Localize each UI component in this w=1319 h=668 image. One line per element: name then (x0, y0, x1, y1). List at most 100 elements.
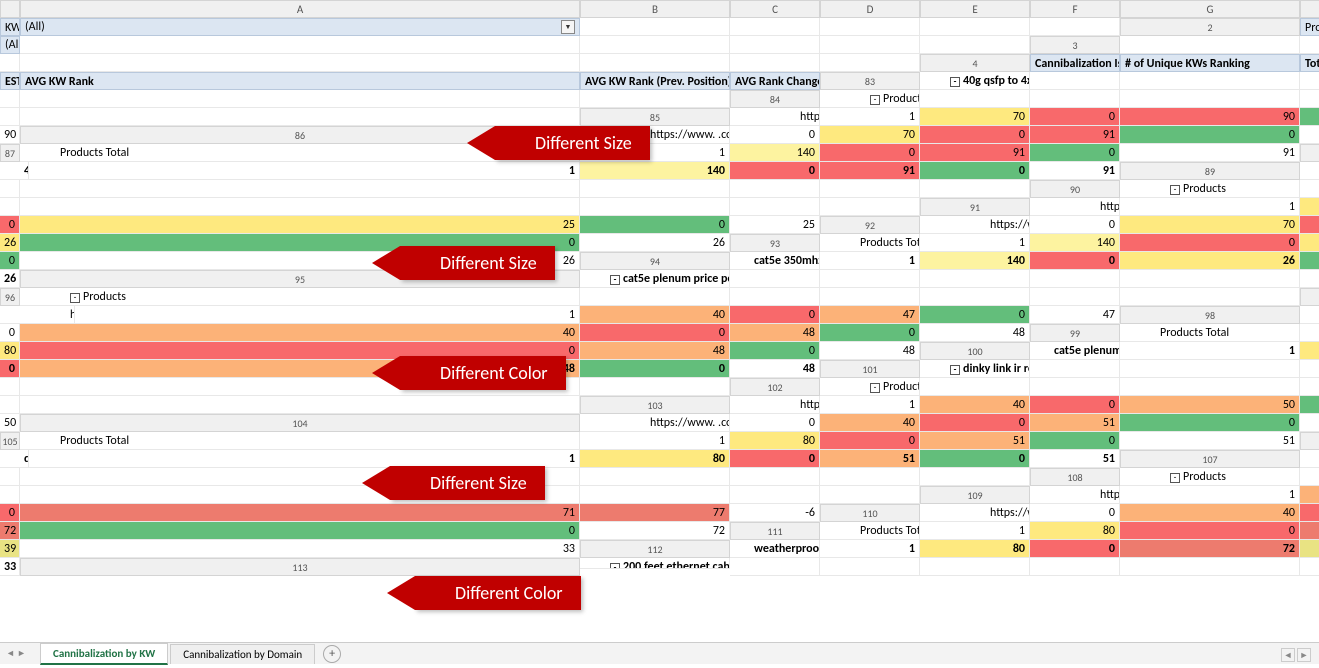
row-header-108[interactable]: 108 (1030, 468, 1120, 486)
url-row[interactable]: https://www. .com/Products/QSFP-4X10G-AO… (730, 108, 820, 126)
select-all-cell[interactable] (0, 0, 20, 18)
row-header-85[interactable]: 85 (580, 108, 730, 126)
cell-a3[interactable] (1120, 36, 1300, 54)
row-header-113[interactable]: 113 (20, 558, 580, 576)
row-header-111[interactable]: 111 (730, 522, 820, 540)
group-name[interactable]: -dinky link ir receiver (920, 360, 1030, 378)
col-header-B[interactable]: B (580, 0, 730, 18)
row-header-83[interactable]: 83 (820, 72, 920, 90)
products-label[interactable]: -Products (1120, 180, 1300, 198)
row-header-107[interactable]: 107 (1120, 450, 1300, 468)
collapse-toggle-icon[interactable]: - (610, 275, 620, 285)
scroll-left-button[interactable]: ◄ (1281, 648, 1295, 662)
collapse-toggle-icon[interactable]: - (950, 77, 960, 87)
cell-g3[interactable] (820, 54, 920, 72)
collapse-toggle-icon[interactable]: - (610, 563, 620, 569)
cell-organic: 0 (920, 414, 1030, 432)
cell-d3[interactable] (20, 54, 580, 72)
url-row[interactable]: https://www. .com/Products/DL95.aspx (580, 414, 730, 432)
collapse-toggle-icon[interactable]: - (1170, 473, 1180, 483)
cell-g1[interactable] (1030, 18, 1120, 36)
cell-d2[interactable] (580, 36, 730, 54)
url-row[interactable]: https://www. .com/Products/DL85.aspx (730, 396, 820, 414)
cell-d1[interactable] (730, 18, 820, 36)
scroll-right-button[interactable]: ► (1297, 648, 1311, 662)
cell-e2[interactable] (730, 36, 820, 54)
row-header-106[interactable]: 106 (1300, 432, 1319, 450)
url-row[interactable]: https://www. .com/Products/CMP-4-5-O.asp… (1300, 306, 1319, 324)
row-header-112[interactable]: 112 (580, 540, 730, 558)
tab-cannibalization-by-domain[interactable]: Cannibalization by Domain (170, 644, 315, 664)
cell-e1[interactable] (820, 18, 920, 36)
cell-c1[interactable] (580, 18, 730, 36)
col-header-F[interactable]: F (1030, 0, 1120, 18)
row-header-90[interactable]: 90 (1030, 180, 1120, 198)
row-header-97[interactable]: 97 (1300, 288, 1319, 306)
add-sheet-button[interactable]: + (323, 645, 341, 663)
collapse-toggle-icon[interactable]: - (870, 95, 880, 105)
row-header-99[interactable]: 99 (1030, 324, 1120, 342)
row-header-87[interactable]: 87 (0, 144, 20, 162)
tab-nav-arrows[interactable]: ◄ ► (6, 648, 26, 659)
collapse-toggle-icon[interactable]: - (1170, 185, 1180, 195)
url-row[interactable]: https://www. .com/Products/CMX-4_6-STP.a… (920, 504, 1030, 522)
products-label[interactable]: -Products (820, 90, 920, 108)
row-header-92[interactable]: 92 (820, 216, 920, 234)
cell-e3[interactable] (580, 54, 730, 72)
row-header-100[interactable]: 100 (920, 342, 1030, 360)
col-header-C[interactable]: C (730, 0, 820, 18)
row-header-89[interactable]: 89 (1120, 162, 1300, 180)
row-header-109[interactable]: 109 (920, 486, 1030, 504)
col-header-E[interactable]: E (920, 0, 1030, 18)
row-header-3[interactable]: 3 (1030, 36, 1120, 54)
tab-cannibalization-by-kw[interactable]: Cannibalization by KW (40, 643, 168, 665)
collapse-toggle-icon[interactable]: - (950, 365, 960, 375)
group-name[interactable]: -200 feet ethernet cable (580, 558, 730, 569)
row-header-2[interactable]: 2 (1120, 18, 1300, 36)
row-header-104[interactable]: 104 (20, 414, 580, 432)
group-total-label: cat5e plenum price per foot Total (1030, 342, 1120, 360)
cell-g2[interactable] (920, 36, 1030, 54)
products-label[interactable]: -Products (1120, 468, 1300, 486)
row-header-96[interactable]: 96 (0, 288, 20, 306)
cell-f1[interactable] (920, 18, 1030, 36)
url-row[interactable]: https://www. .com/Products/CMX-4_5-GY.as… (1030, 486, 1120, 504)
group-name[interactable]: -40g qsfp to 4x10g sfp (920, 72, 1030, 90)
cell-f3[interactable] (730, 54, 820, 72)
products-label[interactable]: -Products (820, 378, 920, 396)
row-header-110[interactable]: 110 (820, 504, 920, 522)
products-label[interactable]: -Products (20, 288, 580, 306)
cell-f2[interactable] (820, 36, 920, 54)
filter-kw-category-value[interactable]: (All)▼ (20, 18, 580, 36)
row-header-91[interactable]: 91 (920, 198, 1030, 216)
row-header-105[interactable]: 105 (0, 432, 20, 450)
cell-c2[interactable] (20, 36, 580, 54)
group-name[interactable]: -cat5e 350mhz vs 550mhz (1300, 162, 1319, 180)
row-header-1[interactable]: 1 (1300, 0, 1319, 18)
row-header-103[interactable]: 103 (580, 396, 730, 414)
col-header-A[interactable]: A (20, 0, 580, 18)
col-header-D[interactable]: D (820, 0, 920, 18)
row-header-4[interactable]: 4 (920, 54, 1030, 72)
row-header-102[interactable]: 102 (730, 378, 820, 396)
blank (1300, 90, 1319, 108)
group-name[interactable]: -cat5e plenum price per foot (580, 270, 730, 288)
row-header-93[interactable]: 93 (730, 234, 820, 252)
col-header-G[interactable]: G (1120, 0, 1300, 18)
pivot-header-issue[interactable]: Cannibalization Issue ▼ (1030, 54, 1120, 72)
filter-kw-category-dropdown[interactable]: ▼ (561, 20, 575, 34)
row-header-101[interactable]: 101 (820, 360, 920, 378)
collapse-toggle-icon[interactable]: - (70, 293, 80, 303)
row-header-88[interactable]: 88 (1300, 144, 1319, 162)
group-name[interactable]: -weatherproof cat5e cable (1300, 450, 1319, 468)
cell-b3[interactable] (1300, 36, 1319, 54)
filter-product-line-value[interactable]: (All)▼ (0, 36, 20, 54)
url-row[interactable]: https://www. .com/Products/C6-5-V.aspx (1030, 198, 1120, 216)
cell-c3[interactable] (0, 54, 20, 72)
row-header-94[interactable]: 94 (580, 252, 730, 270)
row-header-98[interactable]: 98 (1120, 306, 1300, 324)
url-row[interactable]: https://www. .com/Products/C6-10-V.aspx (920, 216, 1030, 234)
collapse-toggle-icon[interactable]: - (870, 383, 880, 393)
row-header-84[interactable]: 84 (730, 90, 820, 108)
cell-prev-rank: 77 (580, 504, 730, 522)
